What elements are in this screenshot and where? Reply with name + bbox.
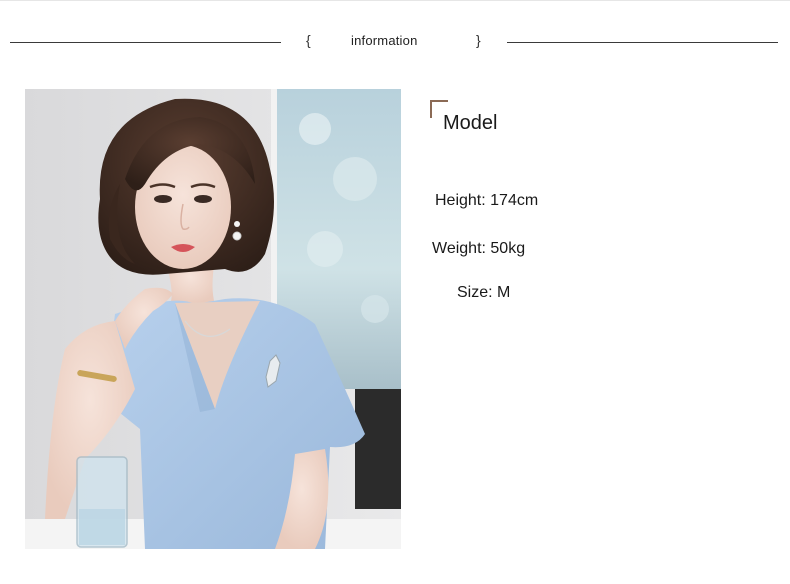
height-label: Height: xyxy=(435,192,491,209)
weight-row: Weight: 50kg xyxy=(432,240,525,258)
header-rule-right xyxy=(507,42,778,43)
size-label: Size: xyxy=(457,284,498,301)
header-close-brace: } xyxy=(476,32,481,48)
height-value: 174cm xyxy=(490,192,539,209)
model-photo xyxy=(25,89,401,549)
header-open-brace: { xyxy=(306,32,311,48)
weight-label: Weight: xyxy=(432,240,491,257)
size-value: M xyxy=(497,284,511,301)
header-rule-left xyxy=(10,42,281,43)
model-title: Model xyxy=(443,112,498,134)
height-row: Height: 174cm xyxy=(435,192,538,210)
top-border xyxy=(0,0,790,1)
size-row: Size: M xyxy=(457,284,510,302)
section-title: information xyxy=(351,33,418,48)
weight-value: 50kg xyxy=(490,240,526,257)
model-photo-illustration xyxy=(25,89,401,549)
